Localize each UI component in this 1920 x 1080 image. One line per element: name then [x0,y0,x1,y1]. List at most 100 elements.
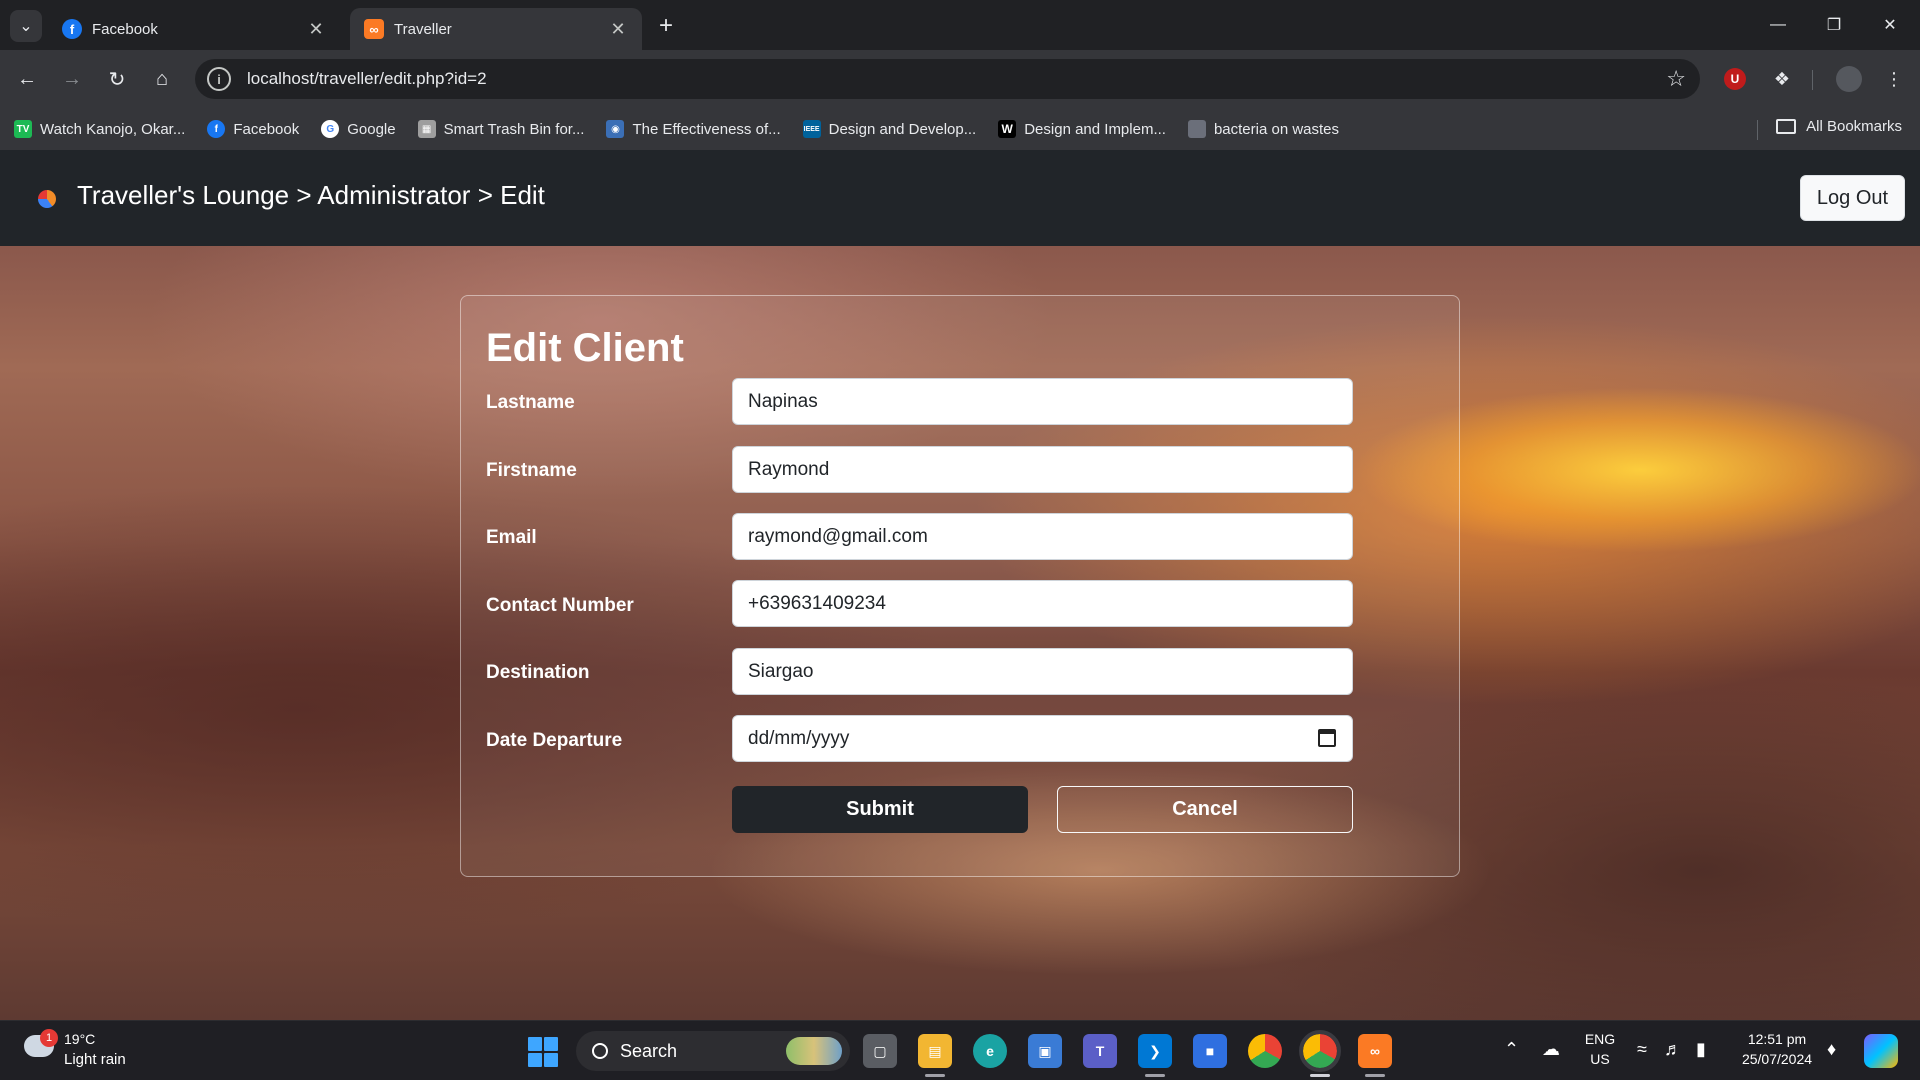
file-explorer-icon[interactable]: ▤ [918,1034,952,1068]
edge-icon[interactable]: e [973,1034,1007,1068]
volume-icon[interactable]: ♬ [1664,1039,1682,1060]
extensions-icon[interactable]: ❖ [1768,65,1796,93]
bookmarks-divider [1757,120,1758,140]
app-icon[interactable]: ■ [1193,1034,1227,1068]
site-info-icon[interactable]: i [207,67,231,91]
weather-temperature[interactable]: 19°C [64,1031,95,1047]
task-view-icon[interactable]: ▢ [863,1034,897,1068]
windows-start-icon[interactable] [528,1037,558,1067]
toolbar-divider [1812,70,1813,90]
chevron-down-icon: ⌄ [19,18,33,35]
page-background: Traveller's Lounge > Administrator > Edi… [0,150,1920,1020]
email-label: Email [486,527,537,548]
close-icon[interactable]: ✕ [306,19,326,40]
bookmark-label: Design and Implem... [1024,120,1166,138]
tab-title: Traveller [394,20,452,38]
taskbar: 1 19°C Light rain Search ▢ ▤ e ▣ T ❯ ■ ∞… [0,1020,1920,1080]
bookmark-item[interactable]: TV Watch Kanojo, Okar... [14,120,185,138]
cancel-button[interactable]: Cancel [1057,786,1353,833]
facebook-icon: f [207,120,226,138]
all-bookmarks-button[interactable]: All Bookmarks [1776,118,1902,135]
window-close-icon[interactable]: ✕ [1862,0,1918,50]
clock-time[interactable]: 12:51 pm [1732,1031,1822,1047]
globe-icon: ◉ [606,120,625,138]
tab-title: Facebook [92,20,158,38]
restore-icon[interactable]: ❐ [1806,0,1862,50]
running-indicator [1145,1074,1165,1077]
page-icon [1187,120,1206,138]
minimize-icon[interactable]: — [1750,0,1806,50]
submit-button[interactable]: Submit [732,786,1028,833]
bookmark-item[interactable]: ◉ The Effectiveness of... [606,120,781,138]
facebook-icon: f [62,19,82,39]
destination-input[interactable]: Siargao [732,648,1353,695]
bookmark-label: bacteria on wastes [1213,120,1340,138]
chrome-profile-icon[interactable] [1299,1030,1341,1072]
edit-client-card: Edit Client Lastname Napinas Firstname R… [460,295,1460,877]
email-input[interactable]: raymond@gmail.com [732,513,1353,560]
contact-number-label: Contact Number [486,595,634,616]
store-icon[interactable]: ▣ [1028,1034,1062,1068]
bookmark-label: The Effectiveness of... [632,120,781,138]
bell-icon[interactable]: ♦ [1827,1039,1836,1060]
folder-icon [1776,119,1797,134]
breadcrumb[interactable]: Traveller's Lounge > Administrator > Edi… [77,180,545,211]
onedrive-icon[interactable]: ☁ [1542,1039,1560,1060]
vscode-icon[interactable]: ❯ [1138,1034,1172,1068]
wifi-icon[interactable]: ≈ [1637,1039,1647,1060]
bookmark-label: Google [347,120,396,138]
notification-badge: 1 [40,1029,58,1047]
home-icon[interactable]: ⌂ [145,62,179,96]
taskbar-search[interactable]: Search [576,1031,850,1071]
bookmark-item[interactable]: IEEE Design and Develop... [802,120,977,138]
bookmark-item[interactable]: f Facebook [207,120,299,138]
tv-icon: TV [14,120,32,138]
search-label: Search [620,1040,678,1061]
back-icon[interactable]: ← [10,62,44,96]
copilot-icon[interactable] [1864,1034,1898,1068]
site-navbar: Traveller's Lounge > Administrator > Edi… [0,150,1920,246]
search-highlight-image [786,1037,842,1065]
chevron-up-icon[interactable]: ⌃ [1504,1039,1519,1060]
bookmark-item[interactable]: bacteria on wastes [1187,120,1340,138]
address-bar[interactable]: i localhost/traveller/edit.php?id=2 ☆ [195,59,1700,99]
bookmark-item[interactable]: G Google [321,120,396,138]
calendar-icon[interactable] [1318,729,1336,747]
weather-description[interactable]: Light rain [64,1051,126,1068]
lastname-input[interactable]: Napinas [732,378,1353,425]
ublock-icon[interactable]: U [1724,68,1746,90]
tab-search-button[interactable]: ⌄ [10,10,42,42]
firstname-label: Firstname [486,460,577,481]
profile-avatar[interactable] [1836,66,1862,92]
bookmark-label: Watch Kanojo, Okar... [40,120,186,138]
teams-icon[interactable]: T [1083,1034,1117,1068]
lastname-label: Lastname [486,392,575,413]
new-tab-button[interactable]: + [652,12,680,40]
tab-facebook[interactable]: f Facebook ✕ [48,8,340,50]
clock-date[interactable]: 25/07/2024 [1732,1051,1822,1067]
date-departure-label: Date Departure [486,730,623,751]
logout-button[interactable]: Log Out [1800,175,1905,221]
chrome-icon[interactable] [1248,1034,1282,1068]
close-icon[interactable]: ✕ [608,19,628,40]
tab-traveller[interactable]: ∞ Traveller ✕ [350,8,642,50]
contact-number-input[interactable]: +639631409234 [732,580,1353,627]
url-text[interactable]: localhost/traveller/edit.php?id=2 [247,69,487,89]
xampp-icon[interactable]: ∞ [1358,1034,1392,1068]
star-icon[interactable]: ☆ [1666,66,1686,92]
reload-icon[interactable]: ↻ [100,62,134,96]
bookmark-item[interactable]: W Design and Implem... [998,120,1166,138]
language-top[interactable]: ENG [1580,1031,1620,1047]
bookmark-item[interactable]: ▦ Smart Trash Bin for... [417,120,584,138]
forward-icon[interactable]: → [55,62,89,96]
menu-icon[interactable]: ⋮ [1880,65,1908,93]
page-title: Edit Client [486,326,684,370]
date-departure-input[interactable]: dd/mm/yyyy [732,715,1353,762]
battery-icon[interactable]: ▮ [1696,1039,1706,1060]
language-bottom[interactable]: US [1580,1051,1620,1067]
running-indicator [925,1074,945,1077]
firstname-input[interactable]: Raymond [732,446,1353,493]
running-indicator [1365,1074,1385,1077]
bookmark-label: Design and Develop... [828,120,977,138]
browser-toolbar: ← → ↻ ⌂ i localhost/traveller/edit.php?i… [0,50,1920,108]
